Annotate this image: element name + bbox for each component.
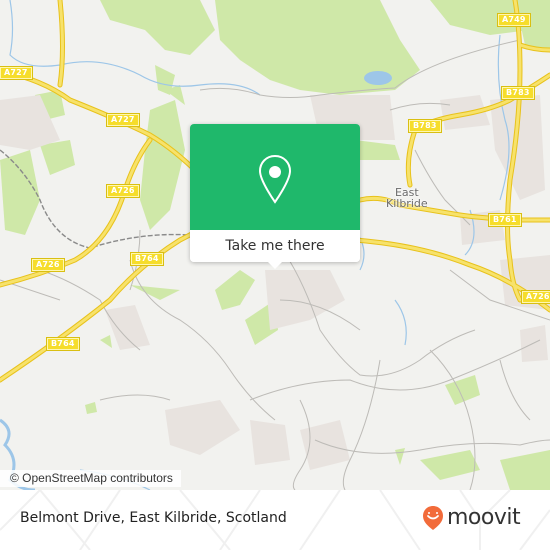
road-label-b761: B761 <box>488 213 522 227</box>
road-label-a749: A749 <box>497 13 531 27</box>
footer: Belmont Drive, East Kilbride, Scotland m… <box>0 490 550 550</box>
place-label-east-kilbride[interactable]: East Kilbride <box>386 187 428 209</box>
road-label-b764: B764 <box>46 337 80 351</box>
lake <box>364 71 392 85</box>
take-me-there-button[interactable]: Take me there <box>190 230 360 262</box>
map-attribution[interactable]: © OpenStreetMap contributors <box>0 470 181 487</box>
map-pin-icon <box>258 154 292 204</box>
road-label-a726: A726 <box>31 258 65 272</box>
road-label-a727: A727 <box>0 66 33 80</box>
road-label-b783: B783 <box>408 119 442 133</box>
address-text: Belmont Drive, East Kilbride, Scotland <box>20 510 287 526</box>
road-label-a726: A726 <box>106 184 140 198</box>
map[interactable]: A727 A727 A726 A726 B764 B764 A749 B783 … <box>0 0 550 490</box>
popup-pointer <box>267 261 283 269</box>
location-popup[interactable]: Take me there <box>190 124 360 269</box>
road-label-b764: B764 <box>130 252 164 266</box>
place-label-line2: Kilbride <box>386 197 428 210</box>
moovit-pin-icon <box>423 506 443 530</box>
moovit-wordmark: moovit <box>447 505 521 530</box>
moovit-logo[interactable]: moovit <box>422 505 521 531</box>
road-label-a726: A726 <box>521 290 550 304</box>
road-label-b783: B783 <box>501 86 535 100</box>
popup-header <box>190 124 360 230</box>
road-label-a727: A727 <box>106 113 140 127</box>
